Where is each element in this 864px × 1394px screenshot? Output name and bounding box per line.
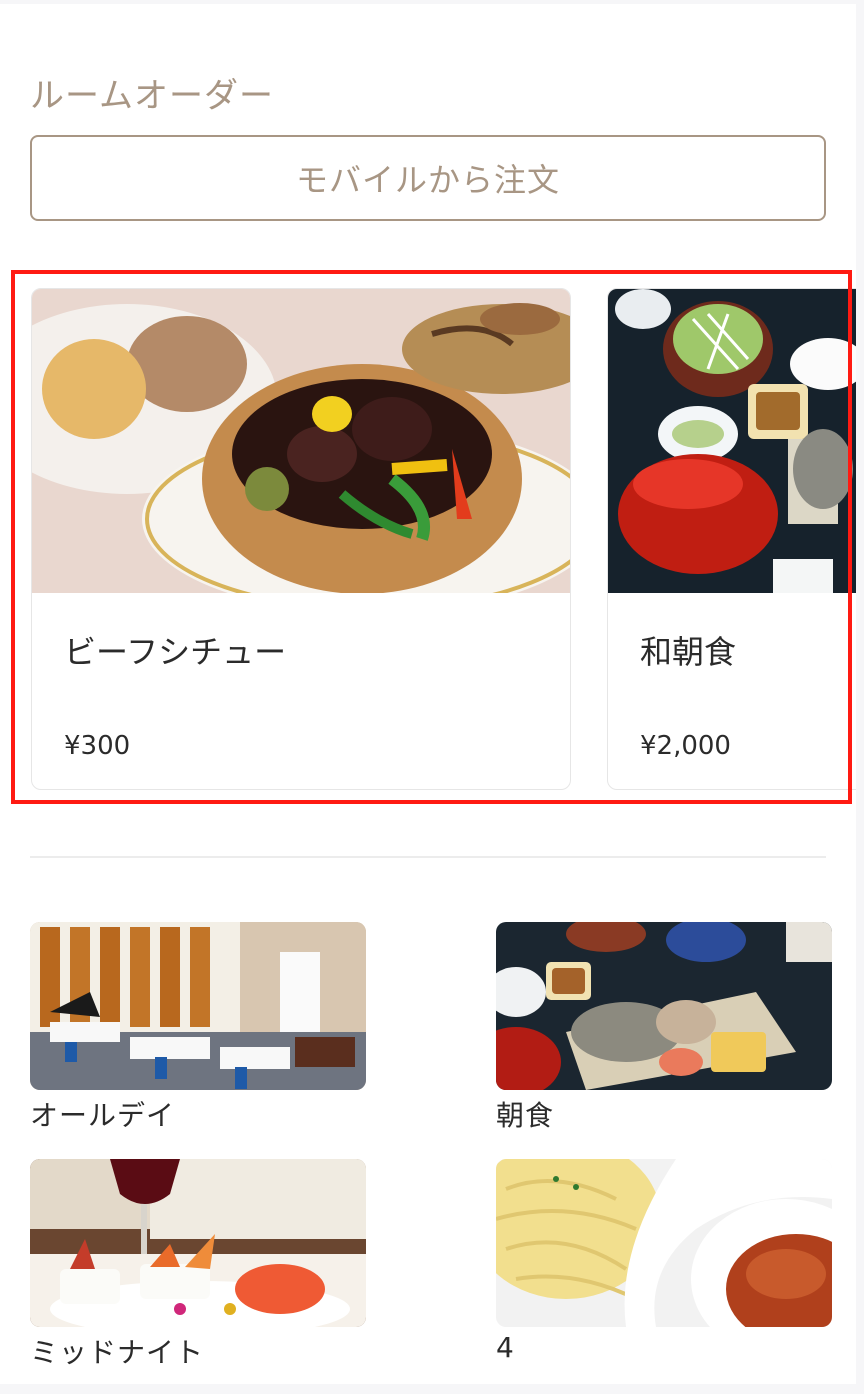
wine-appetizer-photo <box>30 1159 366 1327</box>
category-label: ミッドナイト <box>30 1336 205 1369</box>
menu-item-name: ビーフシチュー <box>64 633 287 671</box>
grilled-fish-breakfast-photo <box>496 922 832 1090</box>
beef-stew-photo <box>32 289 570 593</box>
category-label: 4 <box>496 1331 515 1364</box>
menu-card-japanese-breakfast[interactable]: 和朝食 ¥2,000 <box>607 288 856 790</box>
restaurant-dining-hall-photo <box>30 922 366 1090</box>
menu-item-price: ¥300 <box>64 731 131 761</box>
menu-card-beef-stew[interactable]: ビーフシチュー ¥300 <box>31 288 571 790</box>
category-tile-breakfast[interactable]: 朝食 <box>496 922 832 1134</box>
category-label: 朝食 <box>496 1099 555 1132</box>
pasta-photo <box>496 1159 832 1327</box>
category-label: オールデイ <box>30 1099 176 1132</box>
featured-menu-carousel[interactable]: ビーフシチュー ¥300 和朝食 ¥2,000 <box>0 284 856 804</box>
menu-item-name: 和朝食 <box>640 633 737 671</box>
category-tile-4[interactable]: 4 <box>496 1159 832 1364</box>
category-tile-all-day[interactable]: オールデイ <box>30 922 366 1134</box>
divider <box>30 856 826 858</box>
section-title: ルームオーダー <box>30 76 274 116</box>
menu-item-price: ¥2,000 <box>640 731 731 761</box>
page: ルームオーダー モバイルから注文 ビーフシチュー ¥300 和朝食 ¥2,000… <box>0 4 856 1384</box>
japanese-breakfast-photo <box>608 289 856 593</box>
mobile-order-button[interactable]: モバイルから注文 <box>30 135 826 221</box>
category-tile-midnight[interactable]: ミッドナイト <box>30 1159 366 1371</box>
